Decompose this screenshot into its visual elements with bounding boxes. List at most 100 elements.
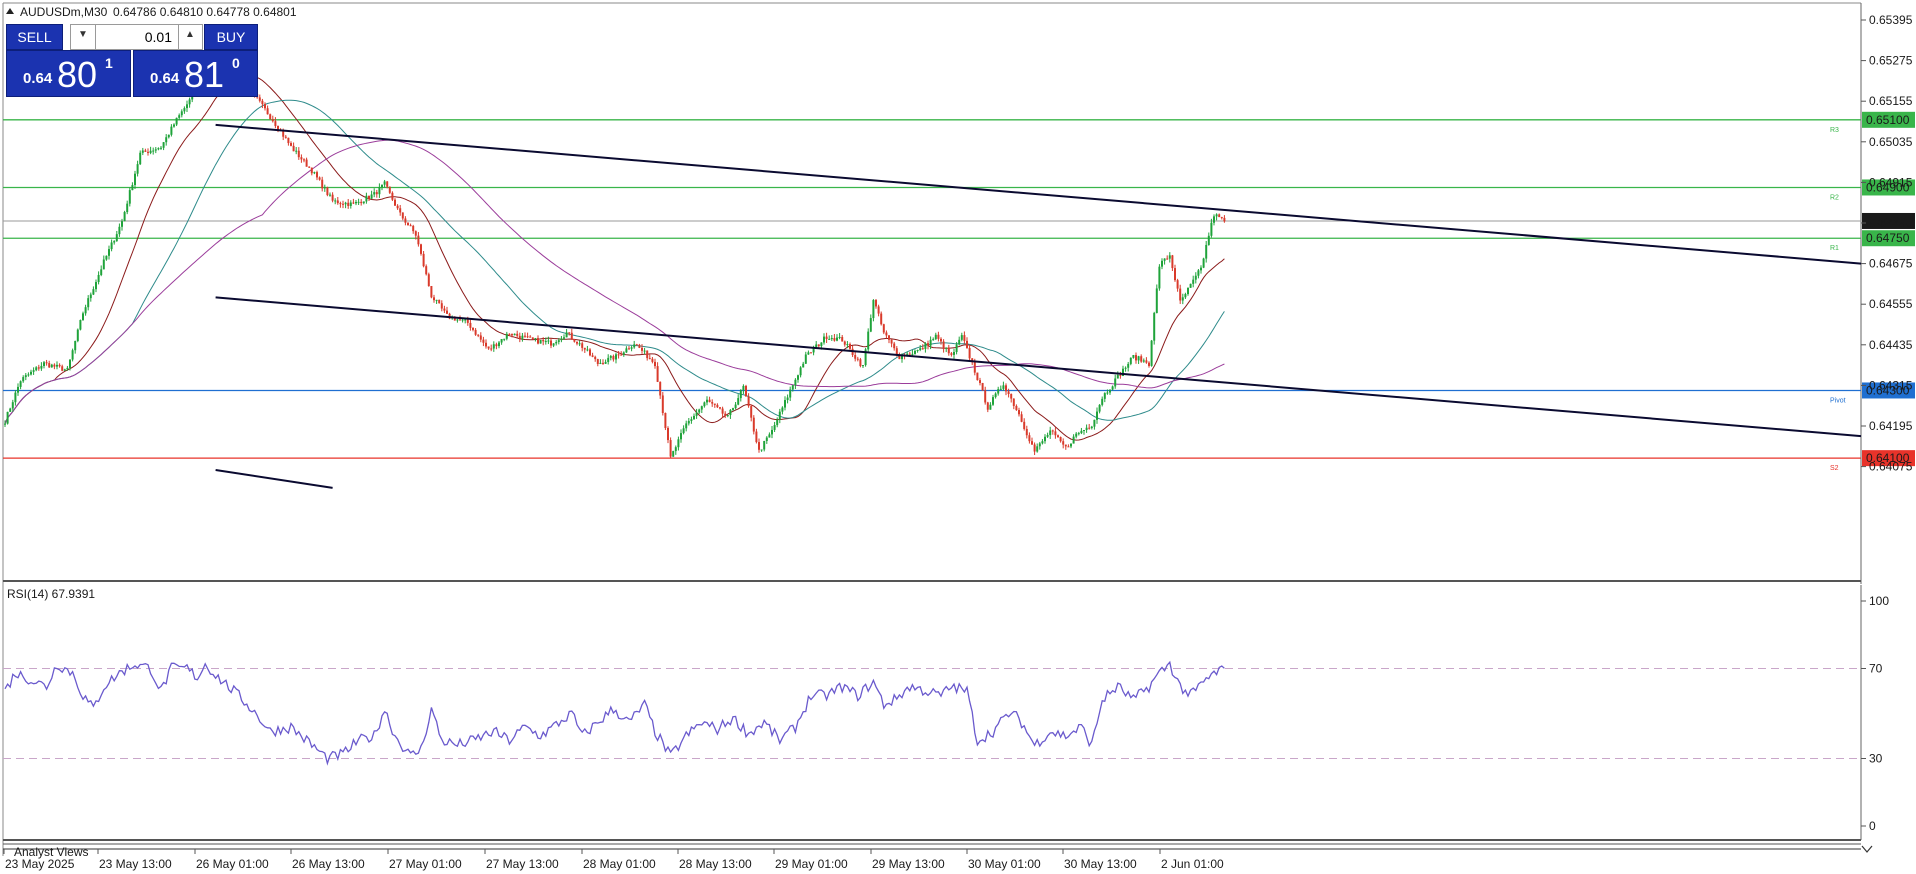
candle-body bbox=[1218, 214, 1221, 218]
candle-body bbox=[537, 338, 539, 344]
scroll-down-icon[interactable] bbox=[1861, 845, 1873, 853]
sell-price-big: 80 bbox=[57, 54, 98, 95]
candle-body bbox=[19, 381, 22, 387]
candle-body bbox=[323, 187, 326, 189]
candle-body bbox=[102, 259, 105, 270]
candle-body bbox=[516, 333, 519, 336]
candle-body bbox=[542, 339, 545, 342]
candle-body bbox=[1067, 446, 1070, 448]
candle-body bbox=[1163, 258, 1166, 261]
candle-body bbox=[765, 437, 768, 442]
candle-body bbox=[495, 344, 498, 347]
candle-body bbox=[414, 231, 417, 236]
candle-body bbox=[399, 208, 402, 213]
candle-body bbox=[305, 159, 308, 167]
price-tick-label: 0.65155 bbox=[1869, 94, 1913, 108]
candle-body bbox=[578, 343, 581, 345]
candle-body bbox=[778, 411, 781, 420]
rsi-pane bbox=[3, 660, 1861, 766]
candle-body bbox=[544, 341, 547, 343]
candle-body bbox=[50, 364, 53, 368]
candle-body bbox=[856, 358, 859, 360]
candle-body bbox=[693, 415, 695, 420]
candle-body bbox=[170, 126, 173, 135]
time-tick-label: 26 May 13:00 bbox=[292, 857, 365, 871]
candle-body bbox=[487, 346, 490, 349]
candle-body bbox=[1114, 378, 1117, 387]
candle-body bbox=[456, 319, 459, 321]
candle-body bbox=[648, 358, 651, 360]
candle-body bbox=[1096, 411, 1098, 420]
candle-body bbox=[604, 361, 607, 364]
collapse-triangle-icon[interactable] bbox=[6, 8, 14, 14]
buy-button[interactable]: BUY bbox=[204, 24, 258, 50]
candle-body bbox=[79, 320, 82, 330]
candle-body bbox=[1077, 433, 1080, 435]
candle-body bbox=[706, 399, 708, 403]
candle-body bbox=[1179, 288, 1182, 301]
candle-body bbox=[591, 355, 594, 357]
candle-body bbox=[581, 343, 584, 348]
time-tick-label: 29 May 01:00 bbox=[775, 857, 848, 871]
buy-price-button[interactable]: 0.64 81 0 bbox=[133, 50, 258, 97]
candle-body bbox=[1036, 446, 1039, 452]
level-label: R1 bbox=[1830, 245, 1839, 252]
candle-body bbox=[771, 429, 773, 435]
candle-body bbox=[11, 402, 14, 409]
candle-body bbox=[479, 335, 482, 340]
candle-body bbox=[115, 234, 118, 242]
time-tick-label: 27 May 13:00 bbox=[486, 857, 559, 871]
candle-body bbox=[443, 308, 446, 311]
price-tick-label: 0.64075 bbox=[1869, 460, 1913, 474]
candle-body bbox=[152, 150, 155, 152]
candle-body bbox=[817, 344, 820, 347]
candle-body bbox=[326, 187, 329, 196]
candle-body bbox=[1031, 441, 1033, 445]
candle-body bbox=[628, 348, 630, 350]
candle-body bbox=[570, 332, 573, 340]
candle-body bbox=[1018, 410, 1020, 415]
candle-body bbox=[66, 367, 69, 370]
candle-body bbox=[58, 364, 61, 367]
level-label: R3 bbox=[1830, 127, 1839, 134]
candle-body bbox=[968, 347, 971, 359]
level-label: S2 bbox=[1830, 465, 1839, 472]
volume-input[interactable]: 0.01 bbox=[95, 24, 179, 50]
buy-price-sup: 0 bbox=[232, 55, 240, 71]
candle-body bbox=[927, 343, 929, 346]
volume-decrease-button[interactable]: ▼ bbox=[70, 24, 95, 50]
candle-body bbox=[721, 408, 724, 414]
candle-body bbox=[435, 299, 438, 301]
candle-body bbox=[160, 147, 162, 149]
channel-trend-line-lower bbox=[215, 468, 333, 489]
candle-body bbox=[1075, 433, 1078, 437]
candle-body bbox=[69, 359, 71, 368]
candle-body bbox=[625, 348, 628, 353]
candle-body bbox=[508, 333, 511, 335]
candle-body bbox=[427, 274, 430, 287]
candle-body bbox=[1025, 428, 1028, 436]
candle-body bbox=[1057, 435, 1059, 438]
sell-price-prefix: 0.64 bbox=[23, 70, 53, 87]
buy-price-big: 81 bbox=[184, 54, 225, 95]
price-tick-label: 0.64675 bbox=[1869, 257, 1913, 271]
candle-body bbox=[113, 241, 116, 243]
candle-body bbox=[121, 221, 123, 227]
candle-body bbox=[1070, 443, 1072, 447]
candle-body bbox=[401, 212, 404, 219]
candle-body bbox=[295, 150, 298, 152]
candle-body bbox=[352, 202, 355, 204]
sell-button[interactable]: SELL bbox=[6, 24, 63, 50]
volume-increase-button[interactable]: ▲ bbox=[179, 24, 203, 50]
candle-body bbox=[378, 187, 381, 195]
candle-body bbox=[1083, 429, 1085, 431]
sell-price-button[interactable]: 0.64 80 1 bbox=[6, 50, 131, 97]
candle-body bbox=[284, 136, 287, 138]
candle-body bbox=[1046, 435, 1049, 437]
candle-body bbox=[1155, 288, 1158, 313]
moving-average-line bbox=[4, 139, 1225, 424]
candle-body bbox=[373, 192, 376, 195]
candle-body bbox=[105, 255, 108, 260]
rsi-line bbox=[4, 660, 1225, 766]
candle-body bbox=[976, 372, 979, 381]
